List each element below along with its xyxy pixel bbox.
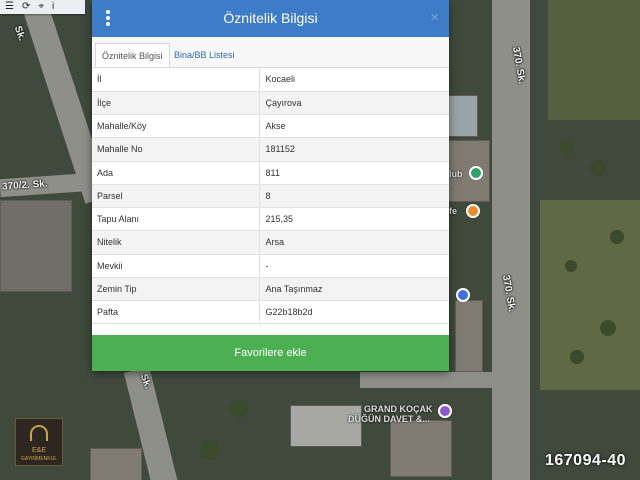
attribute-value: Arsa [258, 230, 449, 255]
close-icon[interactable]: × [430, 10, 439, 26]
attribute-key: Zemin Tip [92, 277, 259, 302]
table-row: Mevkii - [92, 254, 449, 278]
attribute-key: Mevkii [92, 254, 259, 278]
attribute-value: Ana Taşınmaz [258, 277, 449, 302]
attribute-value: 811 [258, 161, 449, 185]
table-row: Mahalle No 181152 [92, 137, 449, 162]
photo-code: 167094-40 [544, 452, 626, 469]
info-icon[interactable]: i [52, 0, 54, 14]
street-label: Sk. [11, 24, 28, 43]
map-building [455, 300, 483, 372]
panel-tabs: Öznitelik Bilgisi Bina/BB Listesi [92, 37, 449, 68]
add-to-favorites-button[interactable]: Favorilere ekle [92, 335, 449, 371]
table-row: Parsel 8 [92, 184, 449, 209]
locate-icon[interactable]: ⌖ [38, 0, 44, 14]
attribute-value: Kocaeli [258, 68, 449, 92]
restaurant-pin-icon[interactable] [469, 166, 483, 180]
poi-label: lub [449, 169, 463, 179]
map-tree [200, 440, 220, 460]
attribute-key: Ada [92, 161, 259, 185]
attribute-key: Nitelik [92, 230, 259, 255]
logo-text-line: GAYRİMENKUL [20, 456, 58, 462]
table-row: Tapu Alanı 215,35 [92, 207, 449, 232]
attribute-value: 8 [258, 184, 449, 209]
poi-label: GRAND KOÇAK [364, 404, 433, 414]
menu-bars-icon[interactable]: ☰ [5, 0, 14, 14]
attribute-key: Mahalle No [92, 137, 259, 162]
attribute-value: Akse [258, 114, 449, 139]
poi-label: DÜĞÜN DAVET &... [348, 414, 430, 424]
attribute-key: Tapu Alanı [92, 207, 259, 232]
logo-emblem [30, 425, 48, 441]
map-building [90, 448, 142, 480]
map-road [360, 372, 492, 388]
attribute-panel: Öznitelik Bilgisi × Öznitelik Bilgisi Bi… [92, 0, 449, 371]
table-row: Pafta G22b18b2d [92, 300, 449, 325]
company-logo: E&E GAYRİMENKUL [15, 418, 63, 466]
map-tree [590, 160, 606, 176]
venue-pin-icon[interactable] [438, 404, 452, 418]
attribute-key: Mahalle/Köy [92, 114, 259, 139]
logo-text-line: E&E [31, 447, 46, 454]
refresh-icon[interactable]: ⟳ [22, 0, 30, 14]
table-row: Zemin Tip Ana Taşınmaz [92, 277, 449, 302]
attribute-value: - [258, 254, 449, 278]
map-building [540, 200, 640, 390]
map-building [390, 420, 452, 477]
tab-building-list[interactable]: Bina/BB Listesi [168, 43, 241, 67]
table-row: İlçe Çayırova [92, 91, 449, 116]
attribute-value: 181152 [258, 137, 449, 162]
map-building [290, 405, 362, 447]
poi-label: fe [449, 206, 458, 216]
attribute-value: G22b18b2d [258, 300, 449, 325]
cafe-pin-icon[interactable] [466, 204, 480, 218]
map-tree [565, 260, 577, 272]
map-tree [570, 350, 584, 364]
attribute-value: 215,35 [258, 207, 449, 232]
shop-pin-icon[interactable] [456, 288, 470, 302]
attribute-value: Çayırova [258, 91, 449, 116]
tab-attribute-info[interactable]: Öznitelik Bilgisi [95, 43, 170, 67]
map-building [448, 95, 478, 137]
map-building [0, 200, 72, 292]
table-row: Nitelik Arsa [92, 230, 449, 255]
panel-header: Öznitelik Bilgisi × [92, 0, 449, 37]
table-row: Mahalle/Köy Akse [92, 114, 449, 139]
table-row: İl Kocaeli [92, 68, 449, 92]
attribute-key: İlçe [92, 91, 259, 116]
map-tree [560, 140, 574, 154]
map-tree [600, 320, 616, 336]
panel-title: Öznitelik Bilgisi [223, 10, 318, 26]
attribute-key: Pafta [92, 300, 259, 325]
attribute-table: İl Kocaeli İlçe Çayırova Mahalle/Köy Akse Maha… [92, 68, 449, 325]
map-tree [610, 230, 624, 244]
attribute-key: Parsel [92, 184, 259, 209]
map-tree [230, 400, 248, 418]
table-row: Ada 811 [92, 161, 449, 185]
map-building [548, 0, 640, 120]
attribute-key: İl [92, 68, 259, 92]
map-toolbar: ☰ ⟳ ⌖ i [0, 0, 85, 14]
